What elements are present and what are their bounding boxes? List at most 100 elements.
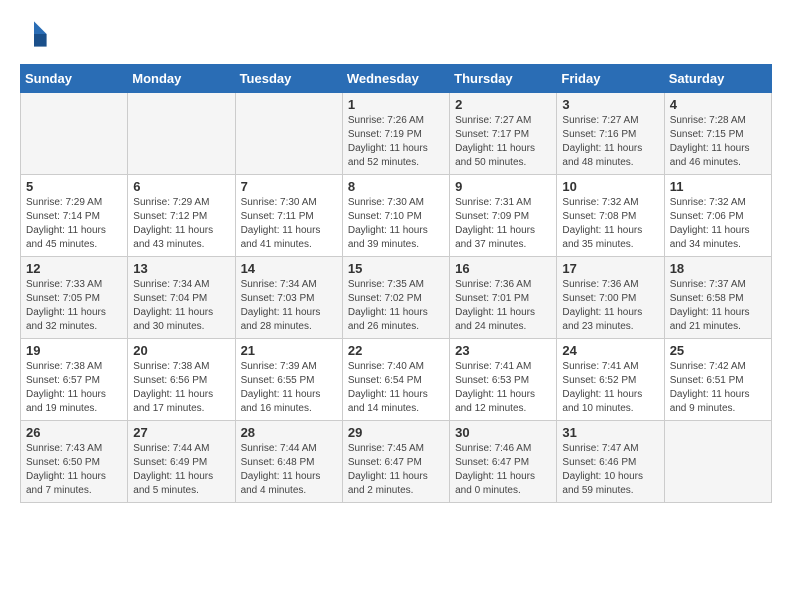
- day-number: 23: [455, 343, 551, 358]
- day-number: 24: [562, 343, 658, 358]
- day-info: Sunrise: 7:33 AM Sunset: 7:05 PM Dayligh…: [26, 278, 122, 334]
- header-monday: Monday: [128, 65, 235, 93]
- calendar-cell: 14 Sunrise: 7:34 AM Sunset: 7:03 PM Dayli…: [235, 257, 342, 339]
- day-info: Sunrise: 7:41 AM Sunset: 6:53 PM Dayligh…: [455, 360, 551, 416]
- calendar-table: SundayMondayTuesdayWednesdayThursdayFrid…: [20, 64, 772, 503]
- day-info: Sunrise: 7:26 AM Sunset: 7:19 PM Dayligh…: [348, 114, 444, 170]
- day-number: 7: [241, 179, 337, 194]
- calendar-cell: 13Sunrise: 7:34 AM Sunset: 7:04 PM Dayli…: [128, 257, 235, 339]
- header-wednesday: Wednesday: [342, 65, 449, 93]
- calendar-cell: 12 Sunrise: 7:33 AM Sunset: 7:05 PM Dayli…: [21, 257, 128, 339]
- calendar-cell: 5Sunrise: 7:29 AM Sunset: 7:14 PM Daylig…: [21, 175, 128, 257]
- calendar-cell: 7 Sunrise: 7:30 AM Sunset: 7:11 PM Daylig…: [235, 175, 342, 257]
- calendar-cell: [235, 93, 342, 175]
- header-row: SundayMondayTuesdayWednesdayThursdayFrid…: [21, 65, 772, 93]
- calendar-cell: 3 Sunrise: 7:27 AM Sunset: 7:16 PM Daylig…: [557, 93, 664, 175]
- day-number: 2: [455, 97, 551, 112]
- day-info: Sunrise: 7:38 AM Sunset: 6:56 PM Dayligh…: [133, 360, 229, 416]
- day-number: 29: [348, 425, 444, 440]
- header-thursday: Thursday: [450, 65, 557, 93]
- calendar-row-4: 26 Sunrise: 7:43 AM Sunset: 6:50 PM Dayli…: [21, 421, 772, 503]
- header-saturday: Saturday: [664, 65, 771, 93]
- header-sunday: Sunday: [21, 65, 128, 93]
- logo: [20, 20, 52, 48]
- calendar-cell: 31 Sunrise: 7:47 AM Sunset: 6:46 PM Dayli…: [557, 421, 664, 503]
- day-info: Sunrise: 7:42 AM Sunset: 6:51 PM Dayligh…: [670, 360, 766, 416]
- calendar-cell: 16 Sunrise: 7:36 AM Sunset: 7:01 PM Dayli…: [450, 257, 557, 339]
- day-info: Sunrise: 7:27 AM Sunset: 7:17 PM Dayligh…: [455, 114, 551, 170]
- day-info: Sunrise: 7:27 AM Sunset: 7:16 PM Dayligh…: [562, 114, 658, 170]
- day-info: Sunrise: 7:44 AM Sunset: 6:49 PM Dayligh…: [133, 442, 229, 498]
- calendar-row-1: 5Sunrise: 7:29 AM Sunset: 7:14 PM Daylig…: [21, 175, 772, 257]
- day-number: 16: [455, 261, 551, 276]
- day-info: Sunrise: 7:43 AM Sunset: 6:50 PM Dayligh…: [26, 442, 122, 498]
- page-header: [20, 20, 772, 48]
- calendar-cell: [128, 93, 235, 175]
- calendar-cell: 11 Sunrise: 7:32 AM Sunset: 7:06 PM Dayli…: [664, 175, 771, 257]
- calendar-cell: 9Sunrise: 7:31 AM Sunset: 7:09 PM Daylig…: [450, 175, 557, 257]
- calendar-cell: 4Sunrise: 7:28 AM Sunset: 7:15 PM Daylig…: [664, 93, 771, 175]
- calendar-row-0: 1Sunrise: 7:26 AM Sunset: 7:19 PM Daylig…: [21, 93, 772, 175]
- day-info: Sunrise: 7:32 AM Sunset: 7:08 PM Dayligh…: [562, 196, 658, 252]
- calendar-cell: 20 Sunrise: 7:38 AM Sunset: 6:56 PM Dayli…: [128, 339, 235, 421]
- calendar-cell: 25 Sunrise: 7:42 AM Sunset: 6:51 PM Dayli…: [664, 339, 771, 421]
- day-number: 25: [670, 343, 766, 358]
- day-number: 31: [562, 425, 658, 440]
- day-info: Sunrise: 7:30 AM Sunset: 7:10 PM Dayligh…: [348, 196, 444, 252]
- day-number: 11: [670, 179, 766, 194]
- day-info: Sunrise: 7:46 AM Sunset: 6:47 PM Dayligh…: [455, 442, 551, 498]
- day-number: 12: [26, 261, 122, 276]
- day-number: 26: [26, 425, 122, 440]
- calendar-cell: 30 Sunrise: 7:46 AM Sunset: 6:47 PM Dayli…: [450, 421, 557, 503]
- day-number: 8: [348, 179, 444, 194]
- day-info: Sunrise: 7:34 AM Sunset: 7:03 PM Dayligh…: [241, 278, 337, 334]
- calendar-cell: [21, 93, 128, 175]
- calendar-cell: 19 Sunrise: 7:38 AM Sunset: 6:57 PM Dayli…: [21, 339, 128, 421]
- day-info: Sunrise: 7:37 AM Sunset: 6:58 PM Dayligh…: [670, 278, 766, 334]
- day-number: 20: [133, 343, 229, 358]
- calendar-cell: 24 Sunrise: 7:41 AM Sunset: 6:52 PM Dayli…: [557, 339, 664, 421]
- calendar-cell: 6Sunrise: 7:29 AM Sunset: 7:12 PM Daylig…: [128, 175, 235, 257]
- day-number: 30: [455, 425, 551, 440]
- day-number: 9: [455, 179, 551, 194]
- day-number: 10: [562, 179, 658, 194]
- calendar-cell: 22Sunrise: 7:40 AM Sunset: 6:54 PM Dayli…: [342, 339, 449, 421]
- day-number: 18: [670, 261, 766, 276]
- calendar-cell: 29 Sunrise: 7:45 AM Sunset: 6:47 PM Dayli…: [342, 421, 449, 503]
- calendar-row-2: 12 Sunrise: 7:33 AM Sunset: 7:05 PM Dayli…: [21, 257, 772, 339]
- calendar-cell: 1Sunrise: 7:26 AM Sunset: 7:19 PM Daylig…: [342, 93, 449, 175]
- day-info: Sunrise: 7:28 AM Sunset: 7:15 PM Dayligh…: [670, 114, 766, 170]
- day-info: Sunrise: 7:32 AM Sunset: 7:06 PM Dayligh…: [670, 196, 766, 252]
- day-info: Sunrise: 7:36 AM Sunset: 7:00 PM Dayligh…: [562, 278, 658, 334]
- day-number: 19: [26, 343, 122, 358]
- logo-icon: [20, 20, 48, 48]
- day-number: 21: [241, 343, 337, 358]
- day-number: 17: [562, 261, 658, 276]
- day-info: Sunrise: 7:36 AM Sunset: 7:01 PM Dayligh…: [455, 278, 551, 334]
- calendar-cell: 21 Sunrise: 7:39 AM Sunset: 6:55 PM Dayli…: [235, 339, 342, 421]
- calendar-cell: 18 Sunrise: 7:37 AM Sunset: 6:58 PM Dayli…: [664, 257, 771, 339]
- day-info: Sunrise: 7:47 AM Sunset: 6:46 PM Dayligh…: [562, 442, 658, 498]
- day-info: Sunrise: 7:44 AM Sunset: 6:48 PM Dayligh…: [241, 442, 337, 498]
- calendar-cell: 8 Sunrise: 7:30 AM Sunset: 7:10 PM Daylig…: [342, 175, 449, 257]
- day-info: Sunrise: 7:30 AM Sunset: 7:11 PM Dayligh…: [241, 196, 337, 252]
- day-number: 3: [562, 97, 658, 112]
- day-number: 14: [241, 261, 337, 276]
- header-tuesday: Tuesday: [235, 65, 342, 93]
- day-info: Sunrise: 7:41 AM Sunset: 6:52 PM Dayligh…: [562, 360, 658, 416]
- day-info: Sunrise: 7:29 AM Sunset: 7:14 PM Dayligh…: [26, 196, 122, 252]
- calendar-cell: [664, 421, 771, 503]
- day-number: 15: [348, 261, 444, 276]
- day-info: Sunrise: 7:39 AM Sunset: 6:55 PM Dayligh…: [241, 360, 337, 416]
- calendar-cell: 15Sunrise: 7:35 AM Sunset: 7:02 PM Dayli…: [342, 257, 449, 339]
- calendar-cell: 27 Sunrise: 7:44 AM Sunset: 6:49 PM Dayli…: [128, 421, 235, 503]
- calendar-cell: 2 Sunrise: 7:27 AM Sunset: 7:17 PM Daylig…: [450, 93, 557, 175]
- day-info: Sunrise: 7:34 AM Sunset: 7:04 PM Dayligh…: [133, 278, 229, 334]
- calendar-cell: 17 Sunrise: 7:36 AM Sunset: 7:00 PM Dayli…: [557, 257, 664, 339]
- day-info: Sunrise: 7:45 AM Sunset: 6:47 PM Dayligh…: [348, 442, 444, 498]
- header-friday: Friday: [557, 65, 664, 93]
- day-info: Sunrise: 7:38 AM Sunset: 6:57 PM Dayligh…: [26, 360, 122, 416]
- day-number: 6: [133, 179, 229, 194]
- day-number: 27: [133, 425, 229, 440]
- calendar-cell: 10 Sunrise: 7:32 AM Sunset: 7:08 PM Dayli…: [557, 175, 664, 257]
